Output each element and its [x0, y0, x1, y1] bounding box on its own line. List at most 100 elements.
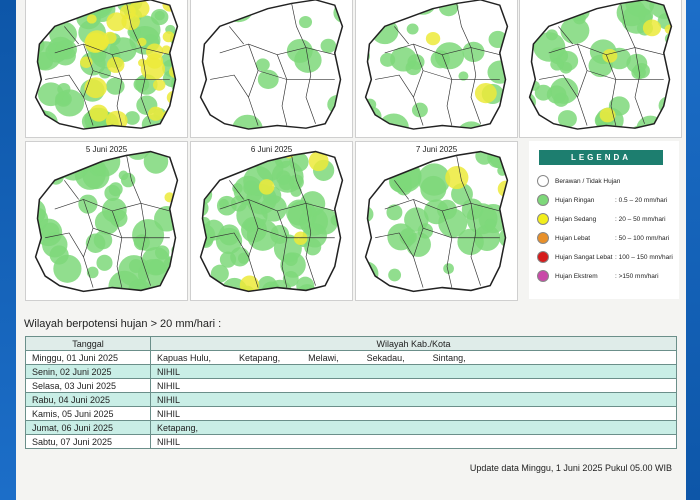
light-rain-area	[175, 61, 178, 71]
light-rain-area	[55, 91, 72, 107]
moderate-rain-area	[425, 31, 441, 46]
light-rain-area	[430, 50, 451, 69]
row-regions: NIHIL	[150, 378, 677, 393]
region-name: Ketapang,	[157, 422, 199, 433]
region-name: NIHIL	[157, 394, 181, 405]
rainfall-map	[364, 0, 509, 130]
moderate-rain-area	[119, 4, 136, 20]
legend-item: Hujan Lebat: 50 – 100 mm/hari	[537, 232, 683, 246]
legend-swatch-icon	[537, 270, 549, 282]
light-rain-area	[286, 38, 313, 63]
district-boundary	[276, 54, 288, 126]
light-rain-area	[560, 17, 590, 45]
legend-range: : 20 – 50 mm/hari	[615, 216, 666, 223]
region-name: NIHIL	[157, 436, 181, 447]
row-regions: Ketapang,	[150, 420, 677, 435]
moderate-rain-area	[293, 231, 308, 246]
moderate-rain-area	[86, 14, 97, 24]
region-name: Sekadau,	[366, 352, 405, 363]
moderate-rain-area	[99, 0, 114, 5]
light-rain-area	[533, 32, 566, 62]
light-rain-area	[557, 0, 574, 8]
rainfall-map-panel: 6 Juni 2025	[190, 141, 353, 301]
light-rain-area	[365, 206, 374, 223]
light-rain-area	[85, 233, 106, 253]
region-name: Ketapang,	[239, 352, 281, 363]
moderate-rain-area	[642, 19, 662, 37]
light-rain-area	[257, 69, 279, 90]
moderate-rain-area	[258, 179, 275, 195]
light-rain-area	[665, 129, 679, 137]
legend-label: Hujan Ekstrem	[555, 273, 598, 280]
light-rain-area	[456, 121, 487, 130]
light-rain-area	[320, 38, 337, 54]
region-name: Kapuas Hulu,	[157, 352, 212, 363]
light-rain-area	[520, 95, 528, 108]
light-rain-area	[299, 16, 313, 29]
moderate-rain-area	[166, 90, 178, 105]
light-rain-area	[406, 23, 419, 35]
light-rain-area	[388, 268, 402, 282]
region-name: NIHIL	[157, 380, 181, 391]
light-rain-area	[366, 5, 383, 20]
province-outline	[199, 0, 344, 130]
row-date: Kamis, 05 Juni 2025	[25, 406, 151, 421]
rainfall-map	[520, 0, 679, 137]
light-rain-area	[232, 182, 243, 194]
light-rain-area	[573, 0, 598, 5]
region-name: NIHIL	[157, 408, 181, 419]
light-rain-area	[438, 0, 459, 17]
light-rain-area	[420, 175, 447, 202]
light-rain-area	[173, 257, 178, 272]
district-boundary	[64, 180, 79, 200]
moderate-rain-area	[138, 58, 147, 67]
legend-swatch-icon	[537, 251, 549, 263]
region-name: NIHIL	[157, 366, 181, 377]
legend-box: LEGENDA Berawan / Tidak Hujan Hujan Ringa…	[529, 141, 679, 299]
rainfall-map	[34, 0, 187, 130]
table-row: Minggu, 01 Juni 2025 Kapuas Hulu, Ketapang…	[25, 350, 677, 365]
legend-item: Hujan Sangat Lebat: 100 – 150 mm/hari	[537, 251, 683, 265]
moderate-rain-area	[168, 65, 178, 79]
row-date: Minggu, 01 Juni 2025	[25, 350, 151, 365]
light-rain-area	[342, 250, 343, 269]
light-rain-area	[507, 272, 508, 287]
moderate-rain-area	[602, 48, 618, 63]
district-boundary	[577, 43, 588, 126]
rainfall-map-panel: 5 Juni 2025	[25, 141, 188, 301]
rainfall-map	[199, 150, 344, 293]
light-rain-area	[529, 113, 537, 130]
rainfall-map	[364, 150, 509, 293]
region-name: Sintang,	[432, 352, 466, 363]
light-rain-area	[178, 232, 187, 250]
light-rain-area	[365, 261, 379, 286]
rainfall-map-panel	[355, 0, 518, 138]
light-rain-area	[200, 175, 207, 189]
light-rain-area	[97, 0, 114, 7]
light-rain-area	[365, 222, 370, 237]
light-rain-area	[387, 223, 415, 251]
light-rain-area	[162, 279, 178, 292]
legend-swatch-icon	[537, 213, 549, 225]
rainfall-map-panel: 7 Juni 2025	[355, 141, 518, 301]
moderate-rain-area	[239, 275, 260, 292]
light-rain-area	[154, 245, 170, 260]
light-rain-area	[236, 199, 268, 231]
light-rain-area	[550, 77, 579, 104]
light-rain-area	[340, 230, 343, 249]
table-row: Rabu, 04 Juni 2025 NIHIL	[25, 392, 677, 407]
legend-label: Hujan Lebat	[555, 235, 591, 242]
light-rain-area	[200, 267, 203, 285]
light-rain-area	[96, 254, 113, 271]
rain-regions-table: Tanggal Wilayah Kab./Kota Minggu, 01 Jun…	[25, 336, 677, 449]
moderate-rain-area	[474, 83, 497, 104]
row-regions: Kapuas Hulu, Ketapang, Melawi, Sekadau, Sint…	[150, 350, 677, 365]
light-rain-area	[387, 0, 410, 18]
light-rain-area	[215, 227, 243, 255]
light-rain-area	[179, 81, 187, 93]
district-boundary	[456, 3, 472, 48]
light-rain-area	[290, 185, 302, 197]
map-date-label: 6 Juni 2025	[250, 145, 293, 154]
map-date-label: 7 Juni 2025	[415, 145, 458, 154]
moderate-rain-area	[105, 110, 128, 130]
